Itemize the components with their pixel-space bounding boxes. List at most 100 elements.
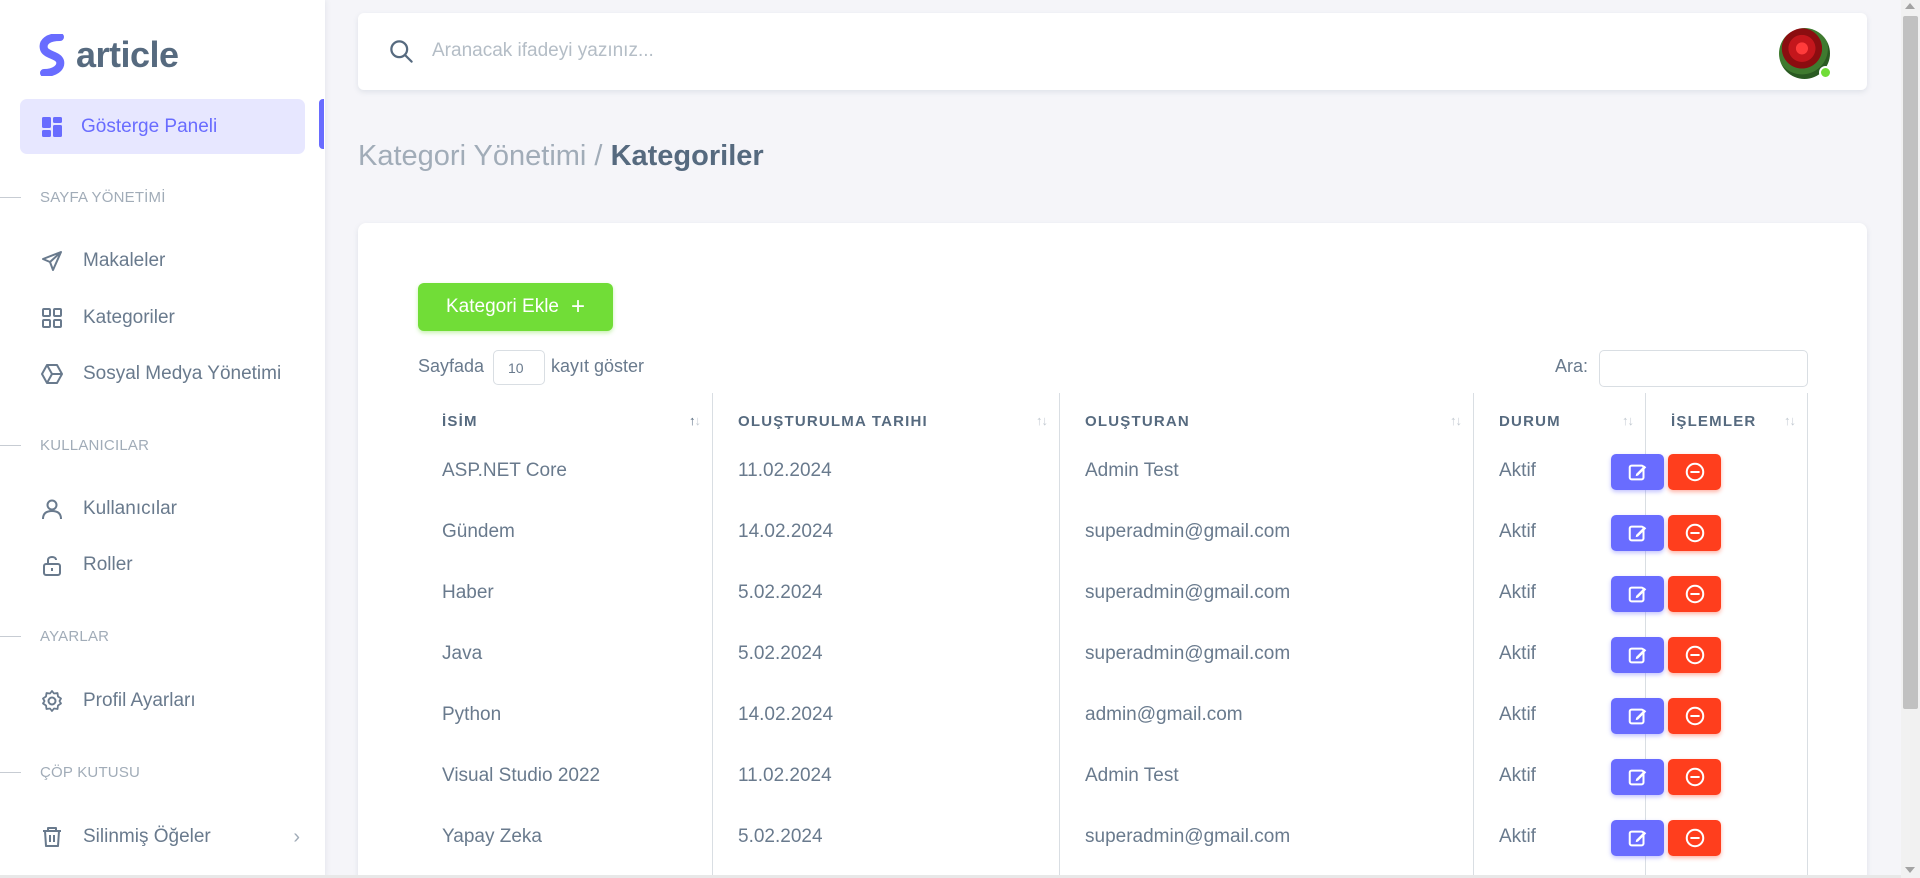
search-icon (390, 40, 413, 63)
sidebar-item-label: Gösterge Paneli (81, 115, 218, 137)
page-length-suffix: kayıt göster (551, 356, 645, 376)
column-header-created-date[interactable]: OLUŞTURULMA TARIHI (738, 413, 928, 430)
sidebar-item-label: Roller (83, 554, 133, 575)
remove-icon (1685, 706, 1704, 726)
delete-button[interactable] (1668, 759, 1721, 795)
plus-icon: + (571, 293, 586, 320)
chevron-right-icon: › (293, 825, 300, 848)
table-search-input[interactable] (1599, 350, 1808, 387)
scroll-up-arrow-icon[interactable] (1905, 3, 1915, 9)
edit-icon (1628, 647, 1646, 664)
table-row: Gündem 14.02.2024 superadmin@gmail.com Akti… (418, 502, 1808, 563)
delete-button[interactable] (1668, 698, 1721, 734)
categories-card: Kategori Ekle + Sayfada 10 kayıt göster … (358, 223, 1867, 878)
sort-icon[interactable]: ↑↓ (1450, 413, 1462, 428)
remove-icon (1685, 462, 1704, 482)
hexagon-icon (41, 364, 63, 384)
edit-button[interactable] (1611, 637, 1664, 673)
page-length-select[interactable]: 10 (493, 350, 545, 385)
sidebar-item-profile-settings[interactable]: Profil Ayarları (40, 689, 300, 713)
trash-icon (43, 827, 61, 847)
scrollbar-thumb[interactable] (1903, 16, 1918, 709)
scroll-down-arrow-icon[interactable] (1905, 867, 1915, 873)
remove-icon (1685, 584, 1704, 604)
sidebar-item-label: Kullanıcılar (83, 498, 177, 519)
edit-button[interactable] (1611, 698, 1664, 734)
search-input[interactable] (432, 31, 1332, 71)
edit-icon (1628, 525, 1646, 542)
delete-button[interactable] (1668, 454, 1721, 490)
edit-button[interactable] (1611, 515, 1664, 551)
user-icon (42, 499, 62, 520)
edit-icon (1628, 708, 1646, 725)
cell-name: Yapay Zeka (442, 826, 542, 847)
sidebar-item-deleted-items[interactable]: Silinmiş Öğeler › (40, 825, 300, 849)
delete-button[interactable] (1668, 515, 1721, 551)
table-row: Python 14.02.2024 admin@gmail.com Aktif (418, 685, 1808, 746)
delete-button[interactable] (1668, 637, 1721, 673)
column-header-name[interactable]: İSİM (442, 413, 478, 430)
sort-icon[interactable]: ↑↓ (1036, 413, 1048, 428)
online-status-dot (1819, 66, 1832, 79)
cell-creator: superadmin@gmail.com (1085, 643, 1291, 664)
add-category-button[interactable]: Kategori Ekle + (418, 283, 613, 331)
cell-created-date: 5.02.2024 (738, 826, 823, 847)
sidebar-item-label: Silinmiş Öğeler (83, 826, 211, 847)
menu-header-page-management: SAYFA YÖNETİMİ (0, 189, 166, 206)
menu-header-trash: ÇÖP KUTUSU (0, 764, 140, 781)
send-icon (42, 251, 62, 271)
edit-icon (1628, 830, 1646, 847)
cell-status: Aktif (1499, 643, 1536, 664)
breadcrumb-parent[interactable]: Kategori Yönetimi / (358, 140, 603, 172)
page-length-prefix: Sayfada (418, 356, 485, 376)
table-row: Visual Studio 2022 11.02.2024 Admin Test Ak… (418, 746, 1808, 807)
cell-created-date: 5.02.2024 (738, 582, 823, 603)
cell-created-date: 14.02.2024 (738, 704, 834, 725)
sidebar-item-label: Profil Ayarları (83, 690, 196, 711)
brand-name: article (76, 34, 179, 75)
sidebar: article Gösterge Paneli SAYFA YÖNETİMİ M… (0, 0, 325, 878)
remove-icon (1685, 523, 1704, 543)
sidebar-item-dashboard[interactable]: Gösterge Paneli (20, 99, 305, 154)
cell-created-date: 14.02.2024 (738, 521, 834, 542)
table-row: Haber 5.02.2024 superadmin@gmail.com Aktif (418, 563, 1808, 624)
cell-name: Java (442, 643, 483, 664)
edit-button[interactable] (1611, 454, 1664, 490)
column-header-status[interactable]: DURUM (1499, 413, 1561, 430)
cell-created-date: 5.02.2024 (738, 643, 823, 664)
sidebar-item-users[interactable]: Kullanıcılar (40, 497, 300, 521)
column-header-actions[interactable]: İŞLEMLER (1671, 413, 1756, 430)
edit-button[interactable] (1611, 576, 1664, 612)
cell-creator: superadmin@gmail.com (1085, 826, 1291, 847)
table-row: Java 5.02.2024 superadmin@gmail.com Aktif (418, 624, 1808, 685)
edit-button[interactable] (1611, 759, 1664, 795)
sidebar-item-articles[interactable]: Makaleler (40, 249, 300, 273)
cell-name: Gündem (442, 521, 515, 542)
delete-button[interactable] (1668, 576, 1721, 612)
sidebar-item-social-media[interactable]: Sosyal Medya Yönetimi (40, 362, 300, 386)
sidebar-item-categories[interactable]: Kategoriler (40, 306, 300, 330)
column-header-creator[interactable]: OLUŞTURAN (1085, 413, 1190, 430)
categories-table: İSİM ↑↓ OLUŞTURULMA TARIHI ↑↓ OLUŞTURAN … (418, 393, 1808, 878)
sort-asc-icon[interactable]: ↑↓ (689, 413, 701, 428)
remove-icon (1685, 767, 1704, 787)
grid-icon (42, 308, 62, 328)
remove-icon (1685, 828, 1704, 848)
table-row: Yapay Zeka 5.02.2024 superadmin@gmail.com A… (418, 807, 1808, 868)
edit-icon (1628, 464, 1646, 481)
cell-name: ASP.NET Core (442, 460, 567, 481)
cell-status: Aktif (1499, 765, 1536, 786)
breadcrumb: Kategori Yönetimi / Kategoriler (358, 140, 764, 173)
cell-name: Python (442, 704, 502, 725)
cell-created-date: 11.02.2024 (738, 765, 832, 786)
delete-button[interactable] (1668, 820, 1721, 856)
sort-icon[interactable]: ↑↓ (1784, 413, 1796, 428)
sort-icon[interactable]: ↑↓ (1622, 413, 1634, 428)
cell-creator: Admin Test (1085, 765, 1179, 786)
sidebar-item-roles[interactable]: Roller (40, 553, 300, 577)
edit-button[interactable] (1611, 820, 1664, 856)
sidebar-item-label: Kategoriler (83, 307, 175, 328)
cell-name: Visual Studio 2022 (442, 765, 601, 786)
table-search-label: Ara: (1555, 356, 1589, 376)
brand-logo[interactable]: article (38, 34, 179, 76)
